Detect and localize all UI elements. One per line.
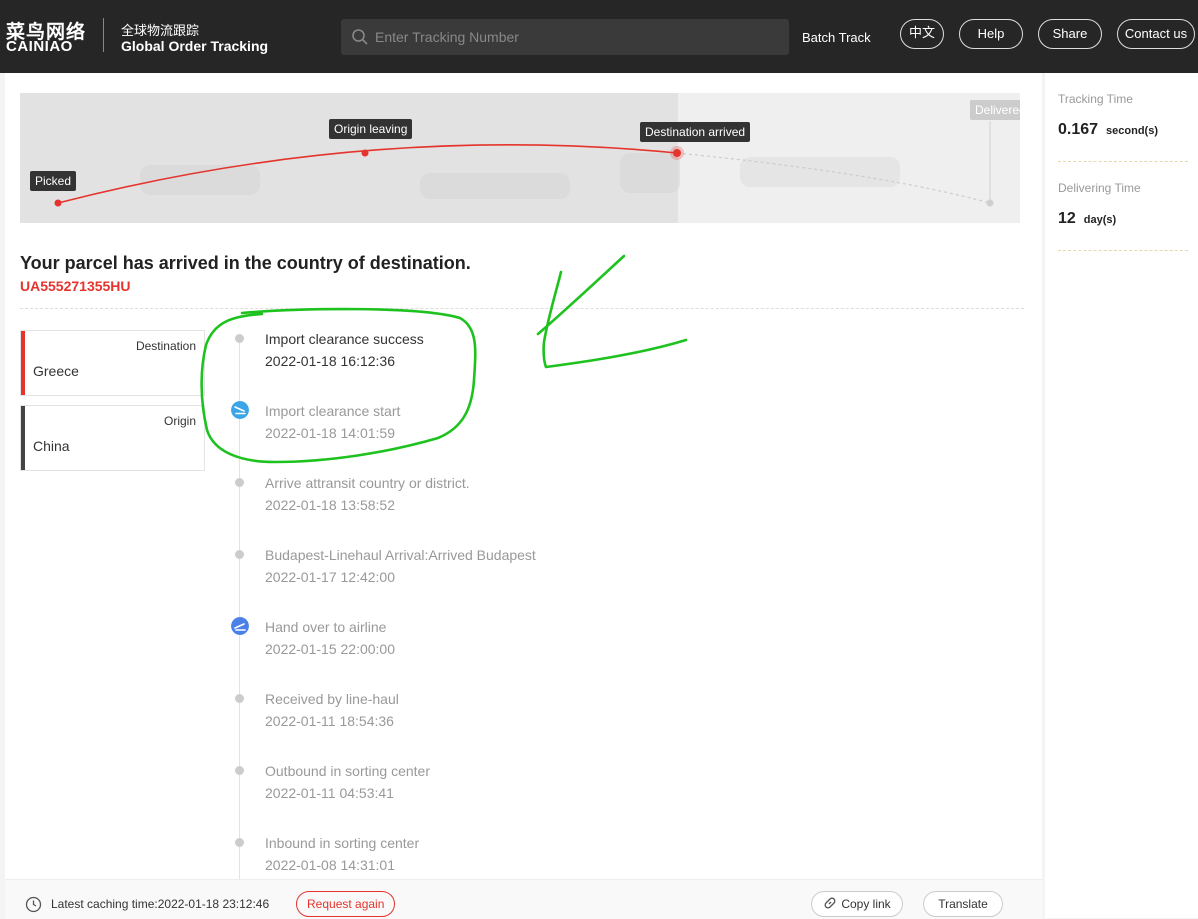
- delivering-time-value: 12 day(s): [1058, 210, 1116, 228]
- stats-sidebar: Tracking Time 0.167 second(s) Delivering …: [1045, 73, 1198, 918]
- event-time: 2022-01-18 16:12:36: [265, 353, 395, 369]
- status-title: Your parcel has arrived in the country o…: [20, 253, 471, 273]
- event-time: 2022-01-08 14:31:01: [265, 857, 395, 873]
- batch-track-link[interactable]: Batch Track: [802, 30, 871, 45]
- footer-bar: Latest caching time:2022-01-18 23:12:46 …: [5, 879, 1042, 919]
- picked-point: [54, 199, 62, 207]
- event-time: 2022-01-18 14:01:59: [265, 425, 395, 441]
- event-title: Import clearance success: [265, 331, 424, 347]
- card-accent: [21, 406, 25, 470]
- timeline-event: Import clearance success 2022-01-18 16:1…: [265, 331, 424, 369]
- timeline-event: Outbound in sorting center 2022-01-11 04…: [265, 763, 430, 801]
- divider: [1058, 250, 1188, 251]
- route-path: [54, 121, 994, 207]
- event-title: Inbound in sorting center: [265, 835, 420, 851]
- event-title: Outbound in sorting center: [265, 763, 430, 779]
- delivered-tag: Delivered: [970, 100, 1020, 120]
- divider: [20, 308, 1024, 309]
- world-map-dots: [140, 153, 900, 199]
- search-box: [341, 19, 789, 55]
- timeline-dot: [235, 334, 244, 343]
- plane-takeoff-icon: [231, 617, 249, 635]
- timeline-event: Hand over to airline 2022-01-15 22:00:00: [265, 619, 395, 657]
- timeline-dot: [235, 694, 244, 703]
- language-button[interactable]: 中文: [900, 19, 944, 49]
- help-button[interactable]: Help: [959, 19, 1023, 49]
- search-icon[interactable]: [351, 28, 369, 46]
- timeline-dot: [235, 550, 244, 559]
- picked-tag: Picked: [30, 171, 77, 191]
- divider: [1058, 161, 1188, 162]
- event-time: 2022-01-15 22:00:00: [265, 641, 395, 657]
- timeline-event: Import clearance start 2022-01-18 14:01:…: [265, 403, 400, 441]
- subtitle-en: Global Order Tracking: [121, 38, 269, 54]
- contact-us-button[interactable]: Contact us: [1117, 19, 1195, 49]
- logo-divider: [103, 18, 104, 52]
- destination-arrived-tag: Destination arrived: [640, 122, 751, 142]
- logo-en[interactable]: CAINIAO: [6, 38, 73, 55]
- origin-leaving-tag: Origin leaving: [329, 119, 413, 139]
- route-map: Picked Origin leaving Destination arrive…: [20, 93, 1020, 223]
- subtitle-cn: 全球物流跟踪: [121, 24, 200, 39]
- tracking-number-input[interactable]: [375, 19, 775, 55]
- delivering-time-number: 12: [1058, 210, 1076, 227]
- top-header: 菜鸟网络 CAINIAO 全球物流跟踪 Global Order Trackin…: [0, 0, 1198, 73]
- event-title: Import clearance start: [265, 403, 401, 419]
- event-title: Budapest-Linehaul Arrival:Arrived Budape…: [265, 547, 536, 563]
- tracking-time-value: 0.167 second(s): [1058, 121, 1158, 139]
- timeline-dot: [235, 478, 244, 487]
- event-time: 2022-01-18 13:58:52: [265, 497, 395, 513]
- delivering-time-unit: day(s): [1083, 214, 1117, 226]
- origin-point: [361, 149, 369, 157]
- event-title: Hand over to airline: [265, 619, 387, 635]
- delivering-time-label: Delivering Time: [1058, 181, 1141, 195]
- delivered-point: [986, 199, 994, 207]
- timeline-event: Inbound in sorting center 2022-01-08 14:…: [265, 835, 419, 873]
- origin-card: Origin China: [20, 405, 205, 471]
- timeline-dot: [235, 838, 244, 847]
- card-accent: [21, 331, 25, 395]
- clock-icon: [25, 896, 42, 913]
- destination-value: Greece: [33, 363, 79, 379]
- translate-button[interactable]: Translate: [923, 891, 1003, 917]
- destination-card: Destination Greece: [20, 330, 205, 396]
- event-time: 2022-01-17 12:42:00: [265, 569, 395, 585]
- link-icon: [824, 897, 836, 909]
- event-time: 2022-01-11 18:54:36: [265, 713, 394, 729]
- latest-caching-time: Latest caching time:2022-01-18 23:12:46: [51, 897, 270, 911]
- timeline-dot: [235, 766, 244, 775]
- destination-point: [673, 149, 681, 157]
- tracking-time-unit: second(s): [1106, 125, 1159, 137]
- tracking-number[interactable]: UA555271355HU: [20, 278, 131, 294]
- origin-label: Origin: [163, 414, 196, 428]
- tracking-time-number: 0.167: [1058, 121, 1099, 138]
- origin-value: China: [33, 438, 70, 454]
- event-title: Received by line-haul: [265, 691, 399, 707]
- plane-landing-icon: [231, 401, 249, 419]
- event-time: 2022-01-11 04:53:41: [265, 785, 394, 801]
- request-again-button[interactable]: Request again: [296, 891, 396, 917]
- timeline-event: Arrive attransit country or district. 20…: [265, 475, 470, 513]
- tracking-time-label: Tracking Time: [1058, 92, 1133, 106]
- destination-label: Destination: [135, 339, 196, 353]
- share-button[interactable]: Share: [1038, 19, 1102, 49]
- timeline-event: Received by line-haul 2022-01-11 18:54:3…: [265, 691, 399, 729]
- timeline-event: Budapest-Linehaul Arrival:Arrived Budape…: [265, 547, 536, 585]
- copy-link-button[interactable]: Copy link: [811, 891, 903, 917]
- copy-link-label: Copy link: [841, 897, 891, 911]
- event-title: Arrive attransit country or district.: [265, 475, 470, 491]
